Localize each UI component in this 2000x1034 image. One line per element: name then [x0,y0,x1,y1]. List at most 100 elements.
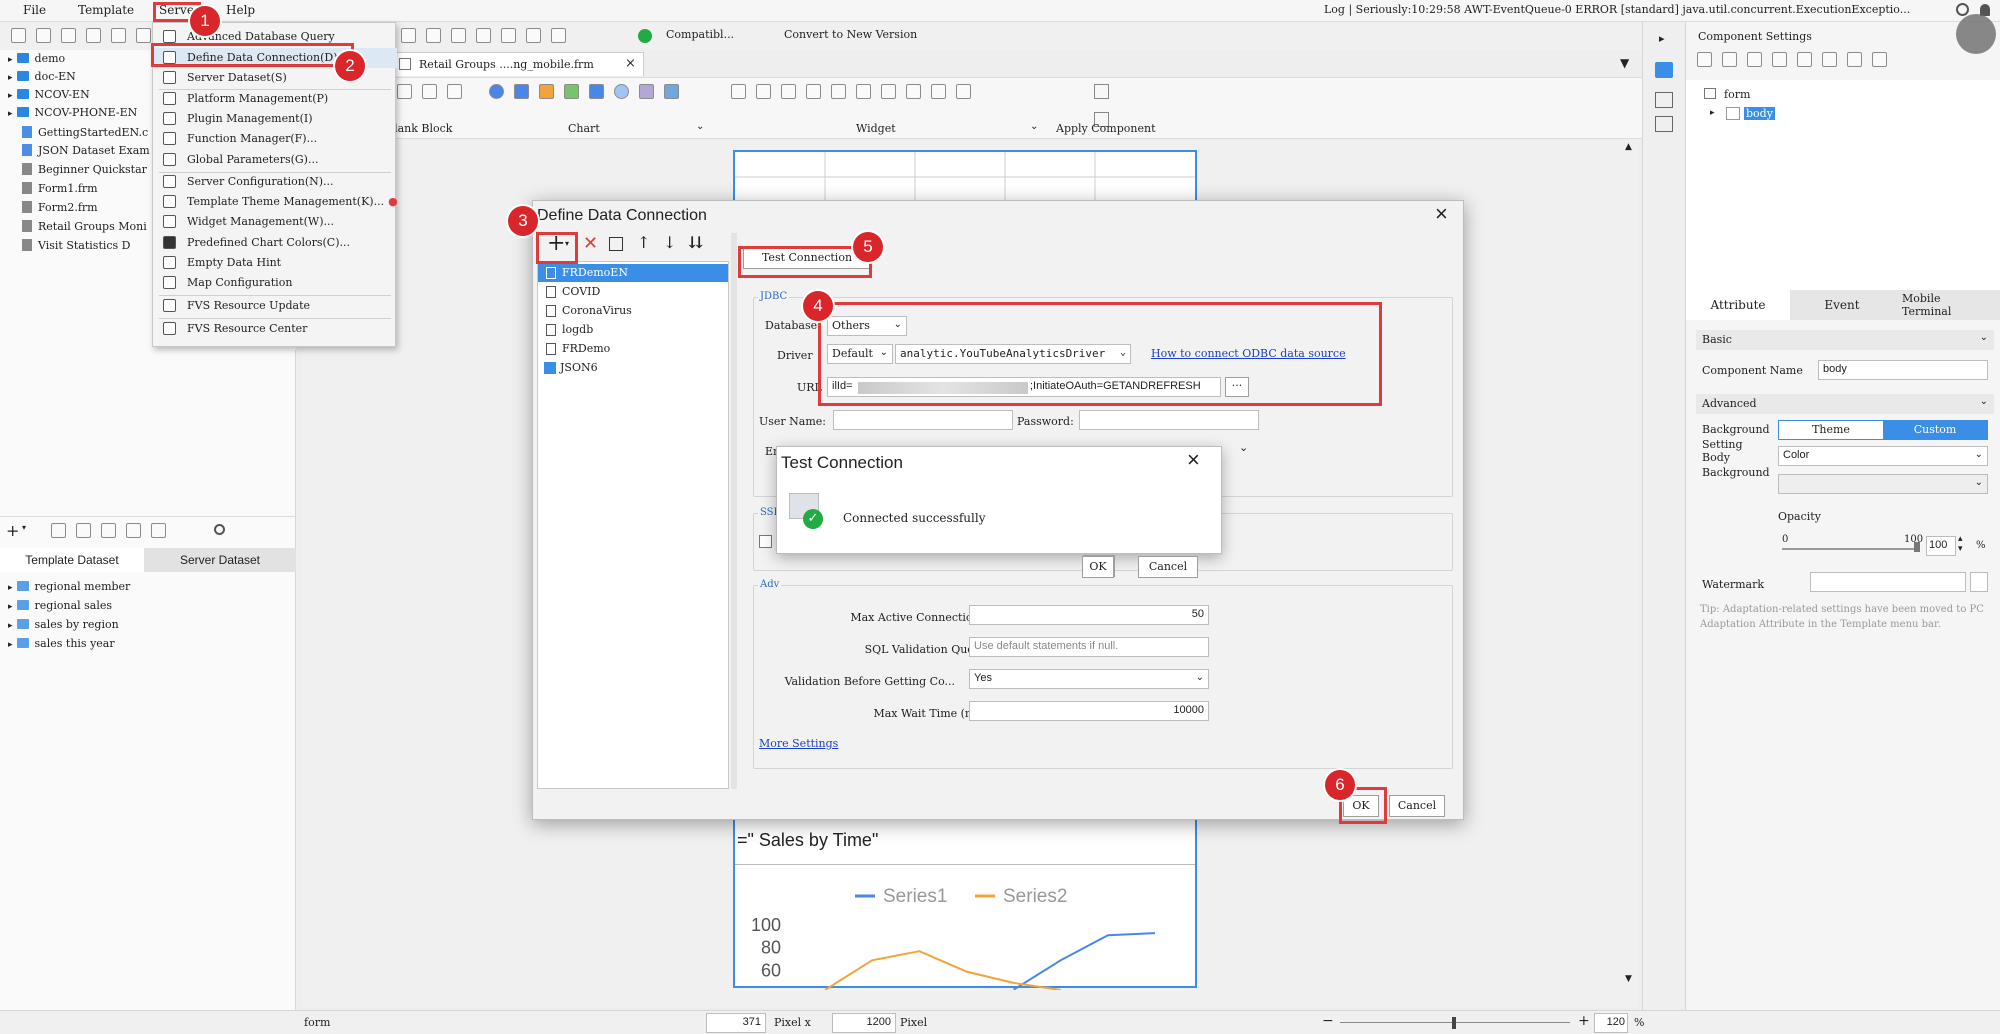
tree-item[interactable]: Beginner Quickstar [22,163,147,176]
undo-icon[interactable] [401,28,416,43]
dataset-icon[interactable] [151,523,166,538]
chevron-down-icon[interactable]: ⌄ [696,121,704,132]
menu-item-global-params[interactable]: Global Parameters(G)... [153,150,397,170]
arrow-down-icon[interactable]: ↓ [663,233,676,252]
widget-icon[interactable] [806,84,821,99]
arrow-down-icon[interactable] [1872,52,1887,67]
menu-template[interactable]: Template [78,3,134,17]
chevron-down-icon[interactable]: ⌄ [1239,441,1248,454]
copy-icon[interactable] [1722,52,1737,67]
menu-item-theme[interactable]: Template Theme Management(K)... ● [153,192,398,212]
move-top-icon[interactable] [1797,52,1812,67]
tab-menu-icon[interactable]: ▼ [1620,56,1629,70]
menu-help[interactable]: Help [226,3,255,17]
tab-attribute[interactable]: Attribute [1686,290,1790,320]
widget-icon[interactable] [931,84,946,99]
list-item[interactable]: CoronaVirus [538,302,728,320]
tree-item[interactable]: GettingStartedEN.c [22,126,148,139]
tree-item[interactable]: JSON Dataset Examp [22,144,157,157]
tree-item-body[interactable]: body [1744,107,1775,120]
sales-chart[interactable]: Series1 Series2 100 8060 [735,866,1195,990]
test-cancel-button[interactable]: Cancel [1138,556,1198,578]
sql-validation-input[interactable]: Use default statements if null. [969,637,1209,657]
screenshot-overlay-icon[interactable] [1956,14,1996,54]
export-icon[interactable] [86,28,101,43]
arrow-up-icon[interactable]: ↑ [637,233,650,252]
widget-icon[interactable] [831,84,846,99]
menu-item-server-config[interactable]: Server Configuration(N)... [153,172,397,192]
horizontal-scrollbar[interactable] [302,995,1638,1007]
stepper-icon[interactable]: ▴ ▾ [1958,534,1963,554]
theme-option[interactable]: Theme [1779,421,1883,439]
menu-item-fvs-update[interactable]: FVS Resource Update [153,296,397,316]
pie-chart-icon[interactable] [489,84,504,99]
zoom-input[interactable]: 120 [1594,1013,1628,1033]
stacked-bar-icon[interactable] [539,84,554,99]
delete-icon[interactable]: ✕ [583,233,598,254]
delete-icon[interactable] [76,523,91,538]
tab-mobile-terminal[interactable]: Mobile Terminal [1902,292,1992,320]
zoom-handle[interactable] [1452,1017,1456,1029]
chevron-down-icon[interactable]: ▼ [1625,974,1632,984]
widget-icon[interactable] [956,84,971,99]
menu-item-platform[interactable]: Platform Management(P) [153,89,397,109]
tree-item[interactable]: Retail Groups Moni [22,220,147,233]
redo-icon[interactable] [426,28,441,43]
delete-icon[interactable] [1772,52,1787,67]
scatter-chart-icon[interactable] [664,84,679,99]
body-background-select[interactable]: Color ⌄ [1778,446,1988,466]
layout-icon[interactable] [1655,92,1673,108]
menu-item-chart-colors[interactable]: Predefined Chart Colors(C)... [153,233,397,253]
search-component-icon[interactable] [1094,84,1109,99]
cancel-button[interactable]: Cancel [1389,795,1445,817]
radar-chart-icon[interactable] [639,84,654,99]
advanced-section-header[interactable]: Advanced ⌄ [1696,394,1994,414]
tab-event[interactable]: Event [1790,290,1894,320]
zoom-out-icon[interactable]: − [1322,1013,1334,1029]
cut-icon[interactable] [1697,52,1712,67]
width-input[interactable]: 371 [706,1013,766,1033]
dataset-icon[interactable] [126,523,141,538]
search-icon[interactable] [1956,3,1969,16]
list-item[interactable]: ▸ regional member [8,580,130,593]
paste-icon[interactable] [1747,52,1762,67]
chevron-right-icon[interactable]: ▸ [1710,108,1715,118]
opacity-slider[interactable] [1782,548,1916,550]
edit-icon[interactable] [51,523,66,538]
more-settings-link[interactable]: More Settings [759,737,838,750]
preview-icon[interactable] [101,523,116,538]
tab-server-dataset[interactable]: Server Dataset [144,548,296,572]
password-input[interactable] [1079,410,1259,430]
arrow-up-icon[interactable] [1847,52,1862,67]
convert-button[interactable]: Convert to New Version [784,28,917,41]
copy-icon[interactable] [609,237,623,251]
vertical-scrollbar[interactable]: ▲ ▼ [1624,142,1636,987]
zoom-in-icon[interactable]: + [1578,1013,1590,1029]
max-active-input[interactable]: 50 [969,605,1209,625]
tab-template-dataset[interactable]: Template Dataset [0,548,144,572]
list-item[interactable]: logdb [538,321,728,339]
paste-icon[interactable] [136,28,151,43]
copy-icon[interactable] [476,28,491,43]
menu-file[interactable]: File [23,3,46,17]
watermark-button[interactable] [1970,572,1988,592]
username-input[interactable] [833,410,1013,430]
tree-item[interactable]: ▸ demo [8,52,65,65]
component-name-input[interactable]: body [1818,360,1988,380]
widget-icon[interactable] [731,84,746,99]
chevron-down-icon[interactable]: ▾ [22,523,26,532]
menu-item-plugin[interactable]: Plugin Management(I) [153,109,397,129]
list-item[interactable]: FRDemo [538,340,728,358]
cut-icon[interactable] [451,28,466,43]
widget-icon[interactable] [881,84,896,99]
list-item[interactable]: COVID [538,283,728,301]
block-icon[interactable] [447,84,462,99]
tree-item[interactable]: ▸ doc-EN [8,70,76,83]
list-item[interactable]: ▸ sales this year [8,637,115,650]
widget-list-icon[interactable] [1655,116,1673,132]
bar-chart-icon[interactable] [514,84,529,99]
close-icon[interactable]: × [1187,447,1200,473]
menu-item-empty-hint[interactable]: Empty Data Hint [153,253,397,273]
tree-item[interactable]: Visit Statistics D [22,239,131,252]
watermark-input[interactable] [1810,572,1966,592]
